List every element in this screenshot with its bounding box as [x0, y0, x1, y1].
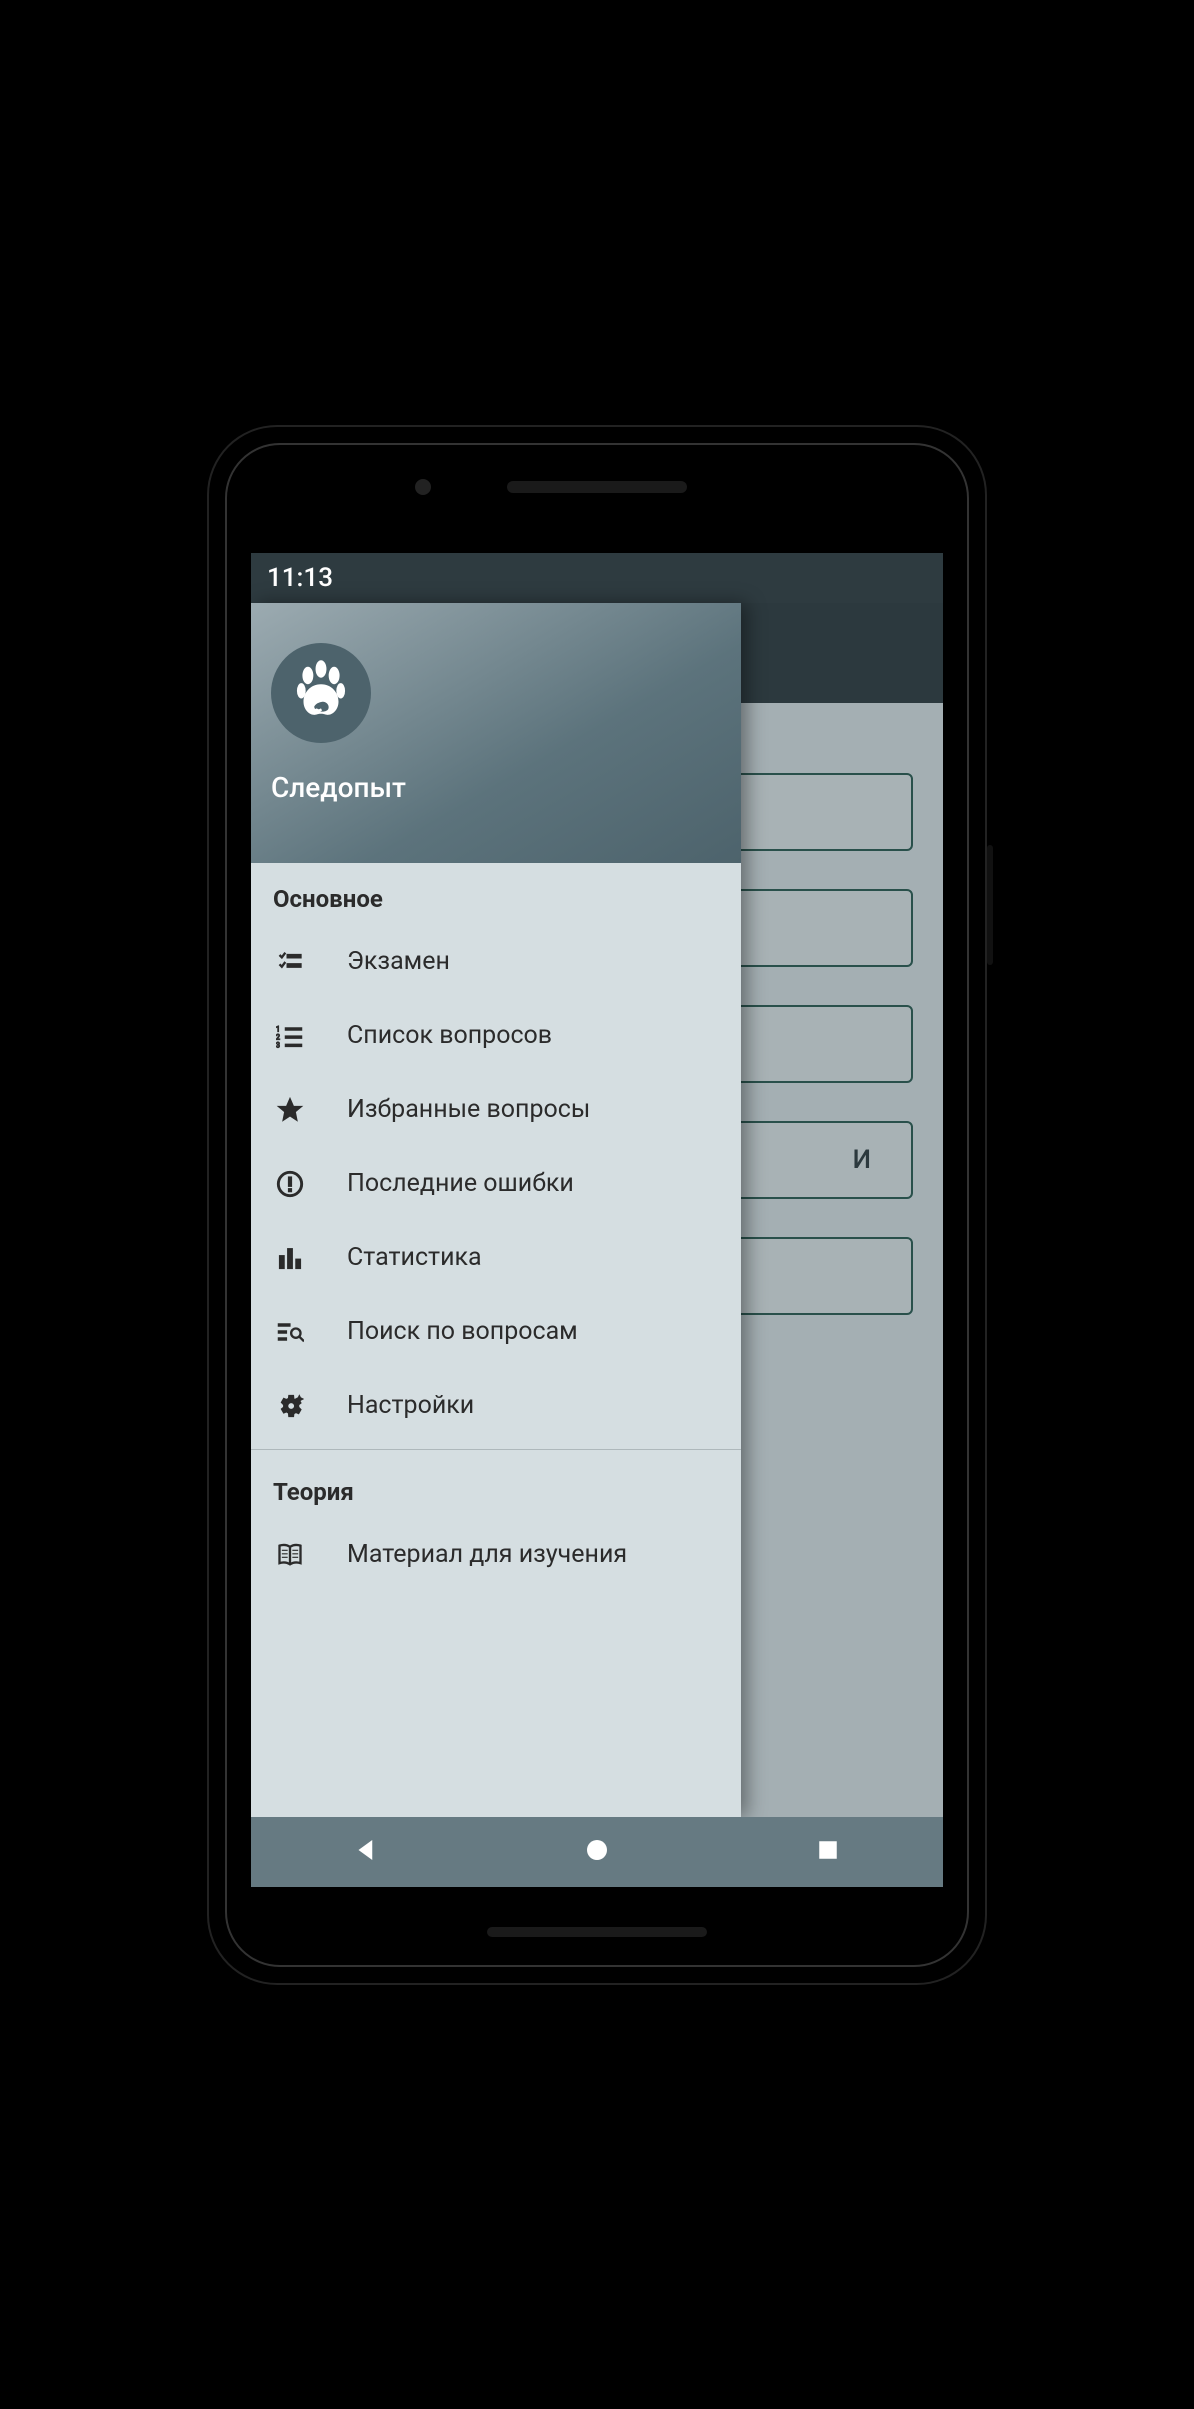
back-button[interactable]	[351, 1835, 381, 1869]
nav-item-study-material[interactable]: Материал для изучения	[251, 1518, 741, 1592]
drawer-body[interactable]: Основное Экзамен 123 Список вопросов	[251, 863, 741, 1817]
svg-text:2: 2	[276, 1033, 280, 1041]
svg-text:3: 3	[276, 1041, 280, 1049]
bar-chart-icon	[273, 1241, 307, 1275]
numbered-list-icon: 123	[273, 1019, 307, 1053]
status-time: 11:13	[267, 563, 333, 593]
triangle-back-icon	[351, 1835, 381, 1865]
svg-text:1: 1	[276, 1025, 280, 1033]
nav-item-settings[interactable]: Настройки	[251, 1369, 741, 1443]
section-title-theory: Теория	[251, 1456, 741, 1518]
screen: 11:13	[251, 553, 943, 1887]
paw-icon	[286, 658, 356, 728]
home-button[interactable]	[582, 1835, 612, 1869]
speaker-top	[507, 481, 687, 493]
app-logo	[271, 643, 371, 743]
search-list-icon	[273, 1315, 307, 1349]
gear-sparkle-icon	[273, 1389, 307, 1423]
nav-item-favorites[interactable]: Избранные вопросы	[251, 1073, 741, 1147]
book-icon	[273, 1538, 307, 1572]
power-button[interactable]	[987, 845, 993, 965]
nav-label: Материал для изучения	[347, 1540, 627, 1569]
section-divider	[251, 1449, 741, 1450]
nav-item-search-questions[interactable]: Поиск по вопросам	[251, 1295, 741, 1369]
square-recents-icon	[813, 1835, 843, 1865]
device-inner: 11:13	[225, 443, 969, 1967]
nav-label: Список вопросов	[347, 1021, 552, 1050]
app-title: Следопыт	[271, 771, 721, 804]
section-title-main: Основное	[251, 863, 741, 925]
nav-item-recent-errors[interactable]: Последние ошибки	[251, 1147, 741, 1221]
drawer-header: Следопыт	[251, 603, 741, 863]
system-navigation-bar	[251, 1817, 943, 1887]
navigation-drawer: Следопыт Основное Экзамен 123 С	[251, 603, 741, 1817]
nav-label: Поиск по вопросам	[347, 1317, 578, 1346]
nav-item-questions-list[interactable]: 123 Список вопросов	[251, 999, 741, 1073]
status-bar: 11:13	[251, 553, 943, 603]
speaker-bottom	[487, 1927, 707, 1937]
checklist-icon	[273, 945, 307, 979]
nav-item-exam[interactable]: Экзамен	[251, 925, 741, 999]
device-frame: 11:13	[207, 425, 987, 1985]
nav-label: Избранные вопросы	[347, 1095, 590, 1124]
nav-item-statistics[interactable]: Статистика	[251, 1221, 741, 1295]
recents-button[interactable]	[813, 1835, 843, 1869]
nav-label: Экзамен	[347, 947, 450, 976]
front-camera	[415, 479, 431, 495]
star-icon	[273, 1093, 307, 1127]
nav-label: Статистика	[347, 1243, 482, 1272]
partial-label: И	[853, 1145, 871, 1175]
circle-home-icon	[582, 1835, 612, 1865]
nav-label: Настройки	[347, 1391, 474, 1420]
error-icon	[273, 1167, 307, 1201]
nav-label: Последние ошибки	[347, 1169, 574, 1198]
